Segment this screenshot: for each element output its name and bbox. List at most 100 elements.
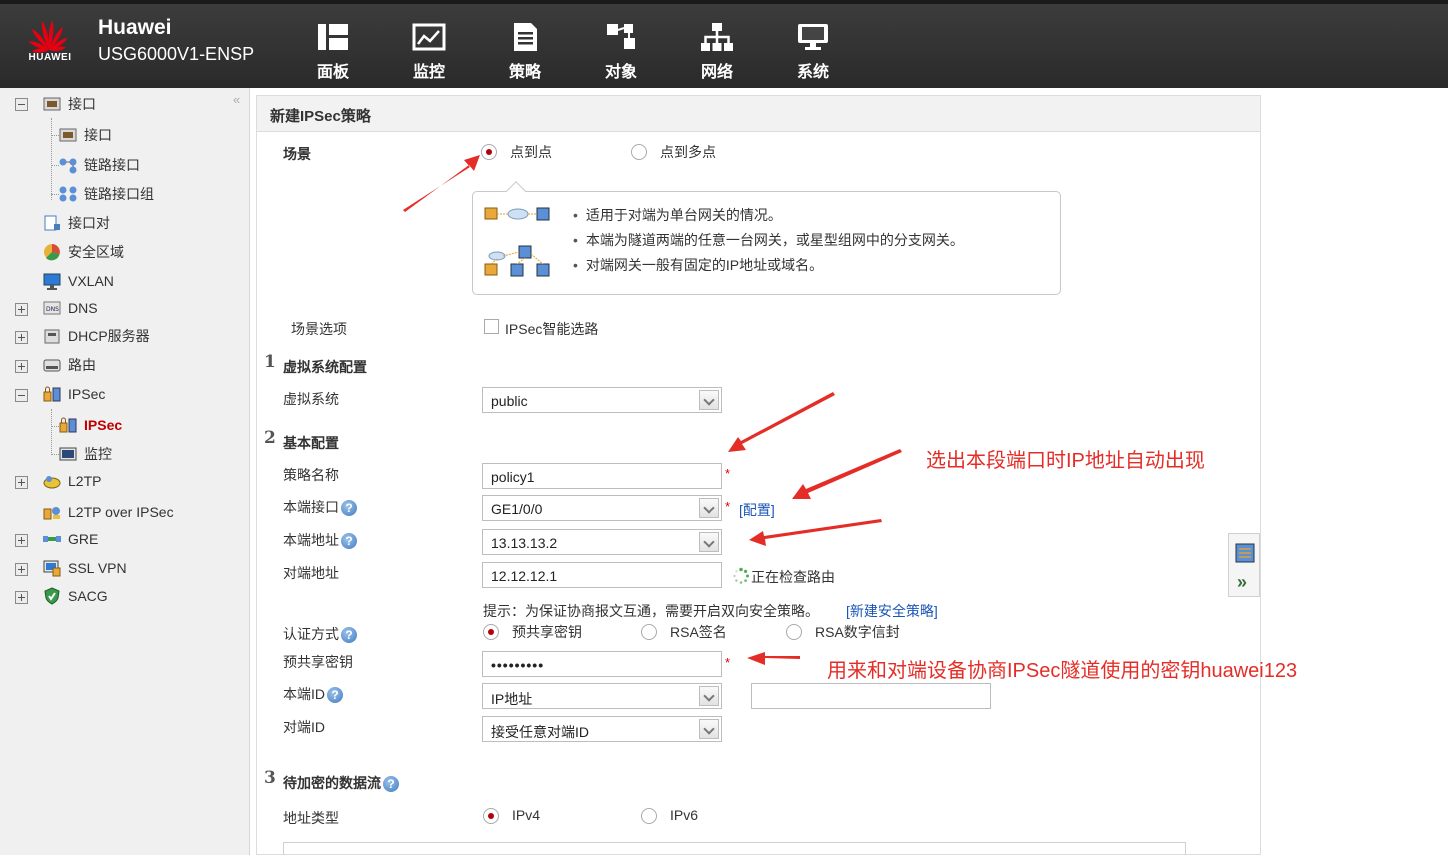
sidebar-item-ssl-vpn[interactable]: SSL VPN (42, 557, 127, 579)
system-computer-icon (798, 24, 828, 50)
nav-dashboard[interactable]: 面板 (293, 18, 373, 82)
sidebar-collapse-button[interactable]: « (233, 92, 240, 107)
chevron-down-icon[interactable] (699, 719, 719, 739)
auth-rsa-sign-radio[interactable] (641, 624, 657, 640)
topology-diagram-icon (484, 207, 550, 277)
nav-label-dashboard: 面板 (316, 64, 349, 81)
tree-expand-toggle[interactable] (15, 331, 28, 344)
interface-pair-icon (44, 215, 60, 231)
auth-psk-label[interactable]: 预共享密钥 (512, 622, 582, 642)
tree-expand-toggle[interactable] (15, 476, 28, 489)
ipv6-radio[interactable] (641, 808, 657, 824)
local-id-select[interactable]: IP地址 (482, 683, 722, 709)
vxlan-icon (43, 273, 61, 290)
peer-address-input[interactable]: 12.12.12.1 (482, 562, 722, 588)
sidebar-item-ipsec[interactable]: IPSec (58, 414, 122, 436)
auth-rsa-envelope-radio[interactable] (786, 624, 802, 640)
tree-expand-toggle[interactable] (15, 534, 28, 547)
tree-collapse-toggle[interactable] (15, 98, 28, 111)
sidebar-item-l2tp[interactable]: L2TP (42, 470, 101, 492)
help-icon[interactable]: ? (327, 687, 343, 704)
local-address-select[interactable]: 13.13.13.2 (482, 529, 722, 555)
sidebar-item-security-zone[interactable]: 安全区域 (42, 241, 124, 263)
tree-expand-toggle[interactable] (15, 563, 28, 576)
tree-expand-toggle[interactable] (15, 360, 28, 373)
ipv4-label[interactable]: IPv4 (512, 807, 540, 823)
device-panel-icon[interactable] (1234, 542, 1256, 564)
configure-interface-link[interactable]: [配置] (739, 500, 775, 520)
tree-expand-toggle[interactable] (15, 303, 28, 316)
local-id-label-text: 本端ID (283, 686, 325, 702)
l2tp-icon (43, 476, 61, 489)
scene-p2mp-radio[interactable] (631, 144, 647, 160)
nav-system[interactable]: 系统 (773, 18, 853, 82)
tree-expand-toggle[interactable] (15, 591, 28, 604)
help-icon[interactable]: ? (341, 627, 357, 644)
chevron-down-icon[interactable] (699, 390, 719, 410)
auth-rsa-sign-label[interactable]: RSA签名 (670, 622, 727, 642)
sidebar-item-label: DNS (68, 300, 98, 316)
local-interface-select[interactable]: GE1/0/0 (482, 495, 722, 521)
ipv4-radio[interactable] (483, 808, 499, 824)
vsys-select[interactable]: public (482, 387, 722, 413)
sidebar-item-link-interface[interactable]: 链路接口 (58, 154, 140, 176)
scene-p2p-radio[interactable] (481, 144, 497, 160)
sidebar-item-vxlan[interactable]: VXLAN (42, 270, 114, 292)
nav-network[interactable]: 网络 (677, 18, 757, 82)
smart-routing-label[interactable]: IPSec智能选路 (505, 319, 598, 339)
sidebar-item-link-group[interactable]: 链路接口组 (58, 183, 154, 205)
route-check-status: 正在检查路由 (751, 569, 835, 585)
ipsec-policy-panel: 新建IPSec策略 场景 点到点 点到多点 适用于对端为单台网关的情况。 本端为… (256, 95, 1261, 855)
policy-name-input[interactable]: policy1 (482, 463, 722, 489)
sidebar-item-ipsec-monitor[interactable]: 监控 (58, 443, 112, 465)
ipv6-label[interactable]: IPv6 (670, 807, 698, 823)
sidebar-item-route[interactable]: 路由 (42, 354, 96, 376)
nav-monitor[interactable]: 监控 (389, 18, 469, 82)
monitor-chart-icon (412, 23, 446, 51)
peer-id-select[interactable]: 接受任意对端ID (482, 716, 722, 742)
expand-panel-button[interactable]: » (1237, 572, 1247, 593)
nav-object[interactable]: 对象 (581, 18, 661, 82)
brand-name: Huawei (98, 16, 172, 39)
sidebar-item-sacg[interactable]: SACG (42, 585, 108, 607)
nav-policy[interactable]: 策略 (485, 18, 565, 82)
sidebar-item-label: 路由 (68, 357, 96, 373)
sidebar-item-label: 安全区域 (68, 244, 124, 260)
section-title-basic: 基本配置 (283, 435, 339, 451)
tree-collapse-toggle[interactable] (15, 389, 28, 402)
auth-psk-radio[interactable] (483, 624, 499, 640)
smart-routing-checkbox[interactable] (484, 319, 499, 334)
peer-id-label: 对端ID (283, 719, 325, 735)
sidebar-item-dns[interactable]: DNS DNS (42, 297, 98, 319)
scene-p2p-label[interactable]: 点到点 (510, 142, 552, 162)
psk-input[interactable]: ••••••••• (482, 651, 722, 677)
sidebar-item-gre[interactable]: GRE (42, 528, 98, 550)
chevron-down-icon[interactable] (699, 532, 719, 552)
help-icon[interactable]: ? (341, 500, 357, 517)
scene-info-line: 对端网关一般有固定的IP地址或域名。 (573, 255, 823, 275)
auth-rsa-envelope-label[interactable]: RSA数字信封 (815, 622, 900, 642)
sidebar-item-interface[interactable]: 接口 (58, 124, 112, 146)
nav-label-monitor: 监控 (412, 64, 445, 81)
psk-label: 预共享密钥 (283, 654, 353, 670)
help-icon[interactable]: ? (383, 776, 399, 793)
interface-icon (59, 128, 77, 142)
sidebar-item-interface-group[interactable]: 接口 (42, 93, 96, 115)
link-interface-icon (59, 158, 77, 174)
help-icon[interactable]: ? (341, 533, 357, 550)
section-number: 2 (264, 428, 276, 448)
sidebar-item-label: 接口 (84, 127, 112, 143)
scene-p2mp-label[interactable]: 点到多点 (660, 142, 716, 162)
sidebar-item-l2tp-over-ipsec[interactable]: L2TP over IPSec (42, 501, 174, 523)
chevron-down-icon[interactable] (699, 686, 719, 706)
chevron-down-icon[interactable] (699, 498, 719, 518)
sidebar-item-label: 接口对 (68, 215, 110, 231)
local-id-extra-input[interactable] (751, 683, 991, 709)
new-security-policy-link[interactable]: [新建安全策略] (846, 601, 938, 621)
sidebar-item-interface-pair[interactable]: 接口对 (42, 212, 110, 234)
svg-text:DNS: DNS (46, 306, 59, 313)
sidebar-item-dhcp-server[interactable]: DHCP服务器 (42, 325, 150, 347)
ipsec-icon (43, 386, 61, 402)
sidebar-item-ipsec-group[interactable]: IPSec (42, 383, 105, 405)
section-title-vsys: 虚拟系统配置 (283, 359, 367, 375)
